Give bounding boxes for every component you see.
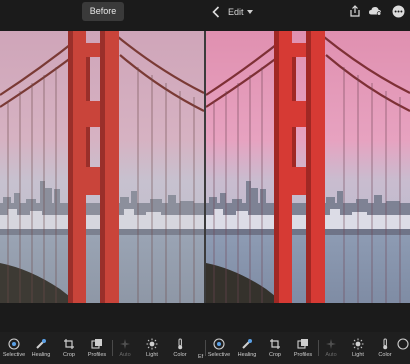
selective-icon: [8, 338, 20, 350]
tool-label: Profiles: [87, 352, 107, 358]
back-chevron-icon[interactable]: [210, 4, 222, 20]
profiles-icon: [297, 338, 309, 350]
tool-label: Profiles: [293, 352, 313, 358]
effects-icon: [397, 338, 409, 350]
tool-label: Color: [173, 352, 187, 358]
edit-mode-label: Edit: [228, 7, 244, 17]
healing-brush-icon: [35, 338, 47, 350]
selective-icon: [213, 338, 225, 350]
thermometer-icon: [174, 338, 186, 350]
share-icon[interactable]: [348, 4, 362, 18]
caret-down-icon: [246, 10, 253, 14]
auto-icon: [119, 338, 131, 350]
profiles-icon: [91, 338, 103, 350]
tool-label: Selective: [2, 352, 26, 358]
auto-icon: [325, 338, 337, 350]
more-icon[interactable]: [391, 4, 405, 18]
tool-label: Crop: [269, 352, 281, 358]
tool-label: Color: [378, 352, 392, 358]
crop-icon: [63, 338, 75, 350]
edit-toolbar: Selective Healing Crop Profiles Auto Lig…: [0, 332, 410, 364]
after-photo: [206, 31, 410, 303]
tool-label: Light: [146, 352, 158, 358]
tool-label: Healing: [31, 352, 51, 358]
sun-icon: [146, 338, 158, 350]
tool-label: Auto: [119, 352, 131, 358]
cloud-sync-icon[interactable]: [368, 4, 382, 18]
tool-label: Selective: [207, 352, 231, 358]
tool-label: Light: [352, 352, 364, 358]
tool-label: Crop: [63, 352, 75, 358]
tool-color[interactable]: Color: [164, 338, 196, 364]
crop-icon: [269, 338, 281, 350]
top-bar: Before Edit: [0, 0, 410, 24]
edit-mode-dropdown[interactable]: Edit: [228, 4, 253, 20]
before-toggle-button[interactable]: Before: [82, 2, 124, 21]
healing-brush-icon: [241, 338, 253, 350]
sun-icon: [352, 338, 364, 350]
tool-partial[interactable]: [396, 338, 410, 364]
tool-label: Auto: [325, 352, 337, 358]
tool-label: Healing: [237, 352, 257, 358]
before-photo: [0, 31, 204, 303]
thermometer-icon: [379, 338, 391, 350]
